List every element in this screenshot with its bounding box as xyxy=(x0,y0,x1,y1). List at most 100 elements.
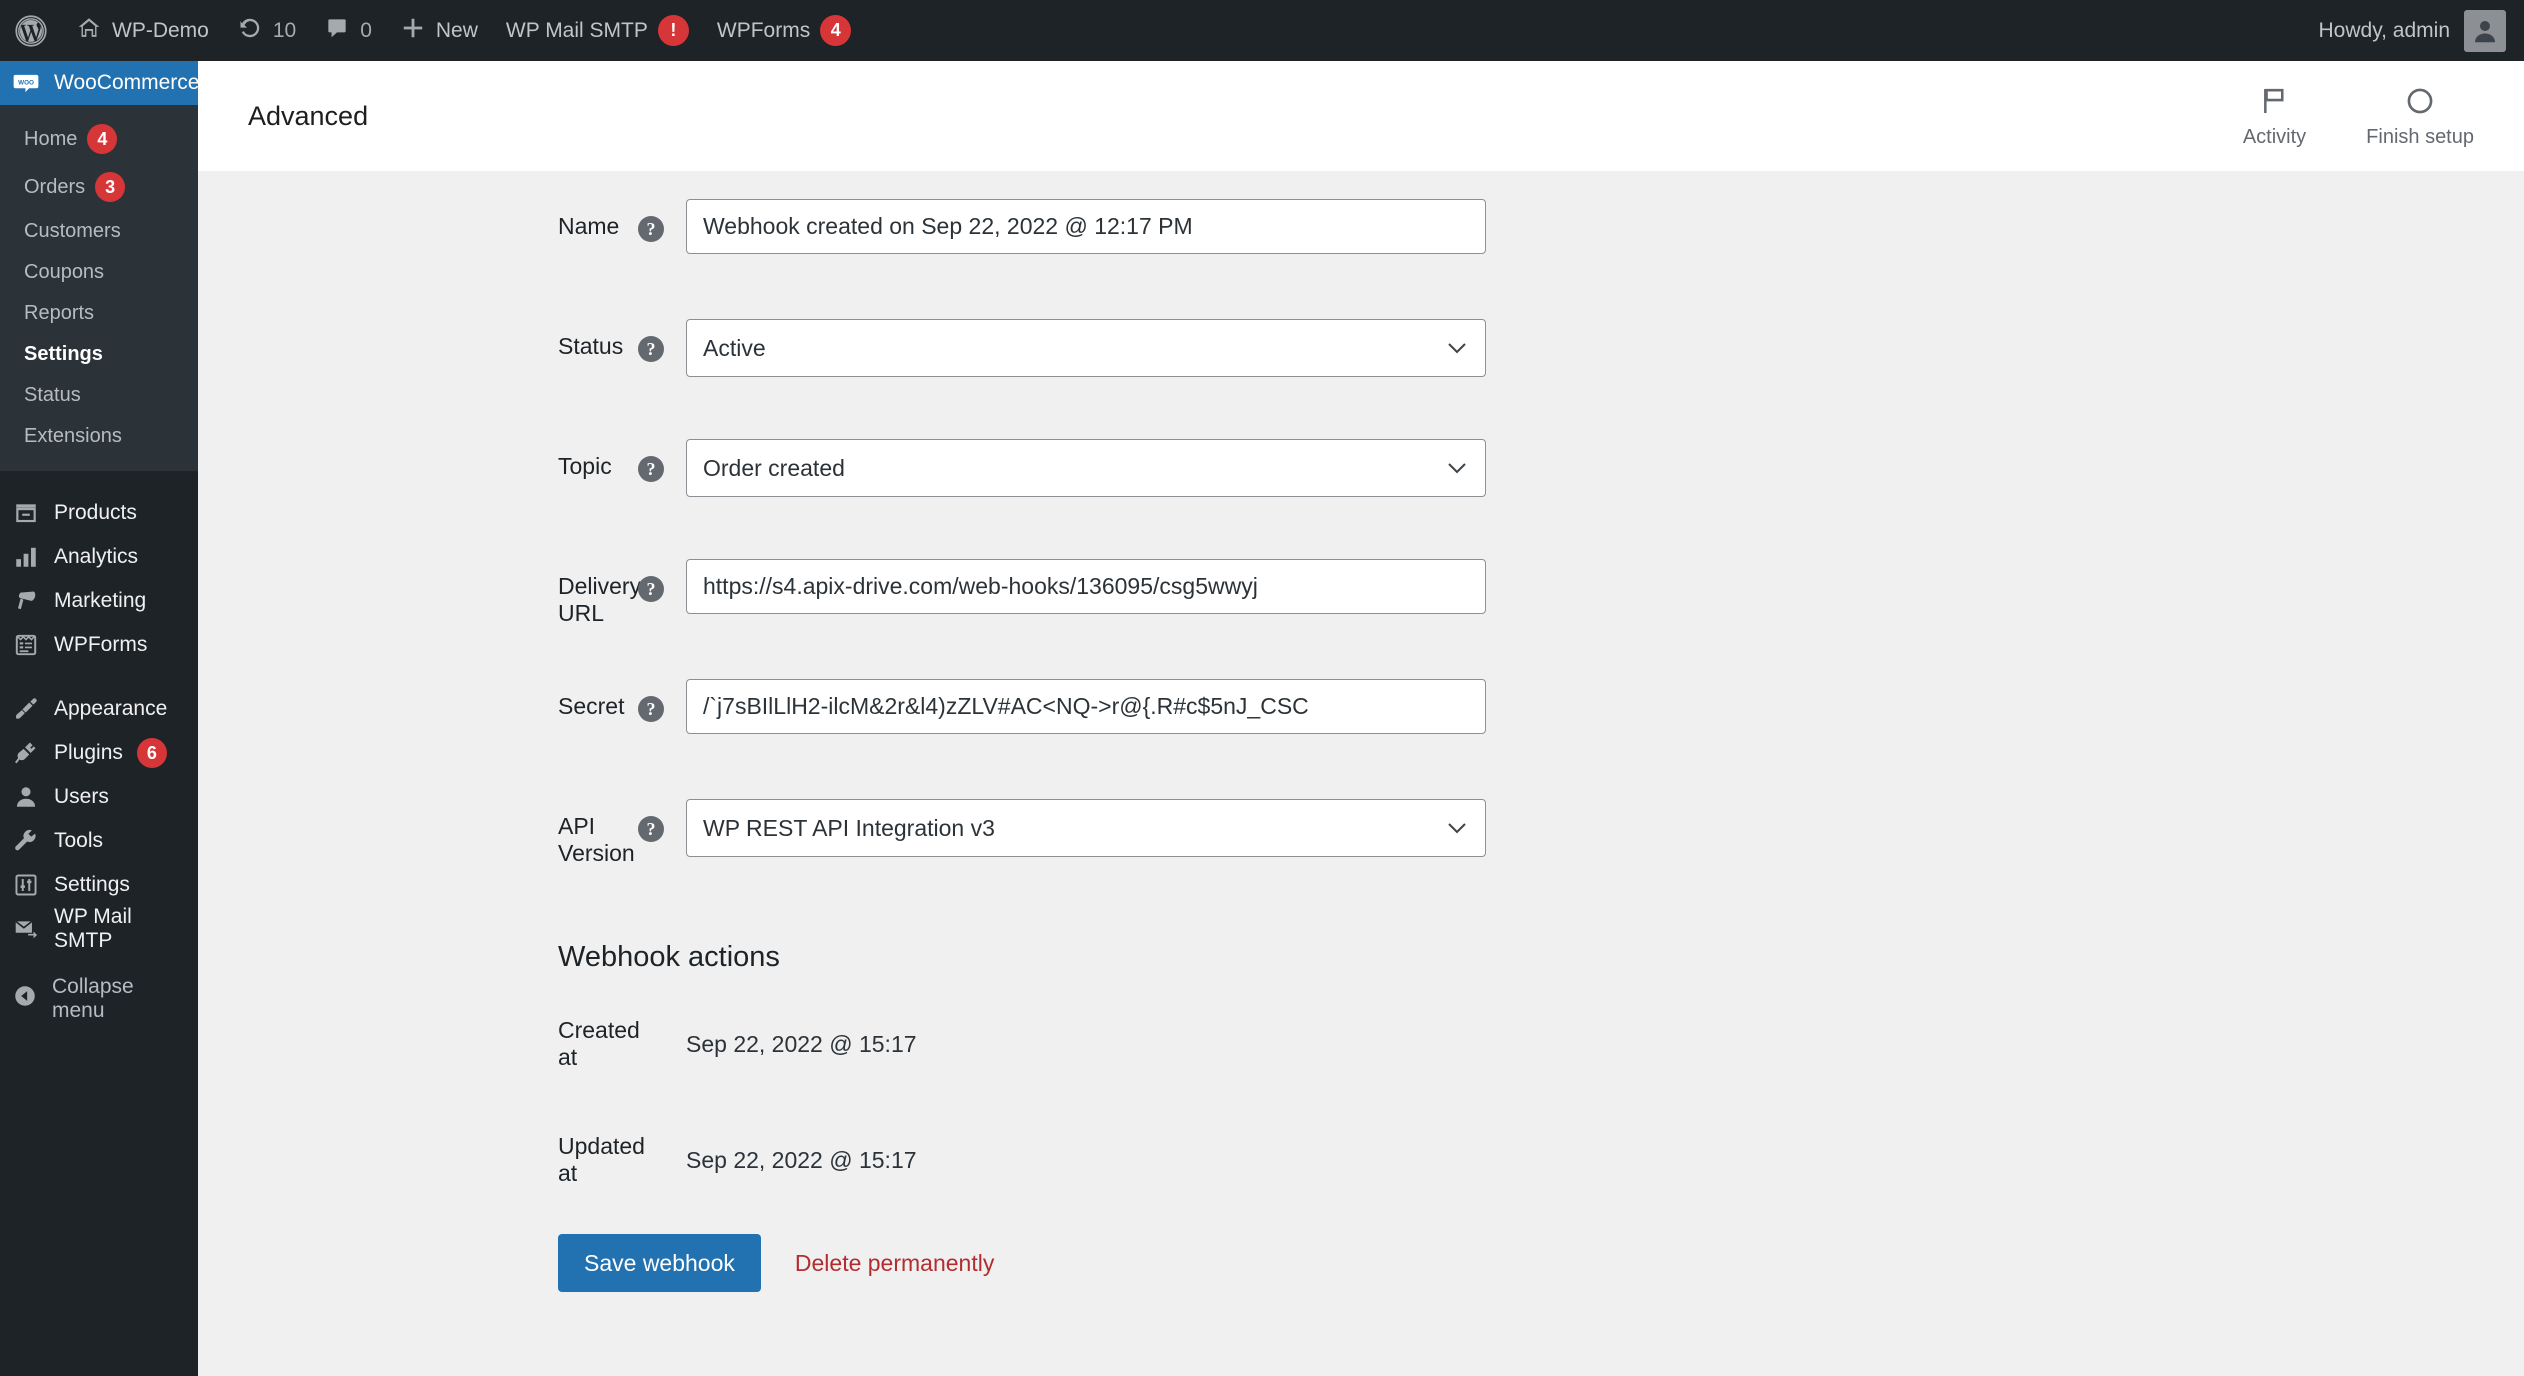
field-row-delivery-url: Delivery URL ? xyxy=(198,559,2524,679)
info-row-updated-at: Updated at Sep 22, 2022 @ 15:17 xyxy=(198,1102,2524,1218)
delivery-url-input[interactable] xyxy=(686,559,1486,614)
field-row-status: Status ? Active xyxy=(198,319,2524,439)
products-icon xyxy=(12,499,40,527)
site-name-menu[interactable]: WP-Demo xyxy=(62,0,223,61)
form-actions: Save webhook Delete permanently xyxy=(198,1218,2524,1292)
chevron-down-icon xyxy=(1448,823,1466,834)
finish-setup-button[interactable]: Finish setup xyxy=(2336,84,2504,149)
collapse-menu-button[interactable]: Collapse menu xyxy=(0,975,198,1022)
submenu-item-customers[interactable]: Customers xyxy=(0,211,198,252)
sidebar-item-appearance[interactable]: Appearance xyxy=(0,687,198,731)
submenu-item-extensions[interactable]: Extensions xyxy=(0,416,198,457)
sidebar-item-wpforms[interactable]: WPForms xyxy=(0,623,198,667)
sidebar-item-label: Plugins xyxy=(54,741,123,764)
updates-icon xyxy=(237,15,263,47)
comments-menu[interactable]: 0 xyxy=(310,0,386,61)
updates-menu[interactable]: 10 xyxy=(223,0,310,61)
submenu-item-status[interactable]: Status xyxy=(0,375,198,416)
plus-icon xyxy=(400,15,426,47)
submenu-item-label: Coupons xyxy=(24,261,105,283)
admin-bar-right: Howdy, admin xyxy=(2319,9,2524,52)
submenu-item-reports[interactable]: Reports xyxy=(0,293,198,334)
api-version-label: API Version xyxy=(558,813,635,866)
sidebar-item-label: Products xyxy=(54,501,137,524)
sidebar-item-label: Marketing xyxy=(54,589,147,612)
sidebar-item-label: WooCommerce xyxy=(54,71,200,94)
sidebar-item-woocommerce[interactable]: WOO WooCommerce xyxy=(0,61,200,105)
sidebar-item-users[interactable]: Users xyxy=(0,775,198,819)
save-webhook-button[interactable]: Save webhook xyxy=(558,1234,761,1292)
help-icon[interactable]: ? xyxy=(638,576,664,602)
menu-separator xyxy=(0,471,198,491)
sidebar-item-analytics[interactable]: Analytics xyxy=(0,535,198,579)
progress-circle-icon xyxy=(2404,84,2436,118)
delete-permanently-link[interactable]: Delete permanently xyxy=(795,1250,994,1277)
sidebar-item-settings[interactable]: Settings xyxy=(0,863,198,907)
megaphone-icon xyxy=(12,587,40,615)
sidebar-item-plugins[interactable]: Plugins 6 xyxy=(0,731,198,775)
sidebar-item-label: Appearance xyxy=(54,697,168,720)
name-field-wrap xyxy=(686,199,1486,254)
activity-button[interactable]: Activity xyxy=(2213,84,2336,149)
info-row-created-at: Created at Sep 22, 2022 @ 15:17 xyxy=(198,986,2524,1102)
help-icon[interactable]: ? xyxy=(638,696,664,722)
webhook-settings-content: Name ? Status ? Active Topic ? xyxy=(198,171,2524,1376)
plugins-badge: 6 xyxy=(136,738,167,768)
comments-count: 0 xyxy=(360,18,372,42)
mail-forward-icon xyxy=(12,915,40,943)
name-input[interactable] xyxy=(686,199,1486,254)
plugin-icon xyxy=(12,739,40,767)
wpforms-badge: 4 xyxy=(820,15,852,46)
webhook-actions-title: Webhook actions xyxy=(558,941,780,973)
secret-field-wrap xyxy=(686,679,1486,734)
help-icon[interactable]: ? xyxy=(638,456,664,482)
sidebar-item-label: WP Mail SMTP xyxy=(54,905,132,952)
updated-at-value: Sep 22, 2022 @ 15:17 xyxy=(686,1146,917,1173)
sidebar-item-tools[interactable]: Tools xyxy=(0,819,198,863)
sidebar-item-label: WPForms xyxy=(54,633,148,656)
avatar[interactable] xyxy=(2464,9,2506,52)
sidebar-item-wp-mail-smtp[interactable]: WP Mail SMTP xyxy=(0,905,198,952)
submenu-item-label: Status xyxy=(24,384,81,406)
help-icon[interactable]: ? xyxy=(638,216,664,242)
sidebar-item-label: Settings xyxy=(54,873,130,896)
home-icon xyxy=(76,15,102,47)
field-row-name: Name ? xyxy=(198,199,2524,319)
status-selected-value: Active xyxy=(703,334,766,361)
svg-text:WOO: WOO xyxy=(18,79,34,86)
sidebar-item-products[interactable]: Products xyxy=(0,491,198,535)
secret-input[interactable] xyxy=(686,679,1486,734)
collapse-arrow-icon xyxy=(12,983,38,1015)
woocommerce-icon: WOO xyxy=(12,69,40,97)
topic-label: Topic xyxy=(558,453,612,479)
field-row-topic: Topic ? Order created xyxy=(198,439,2524,559)
help-icon[interactable]: ? xyxy=(638,816,664,842)
new-label: New xyxy=(435,18,478,42)
created-at-value: Sep 22, 2022 @ 15:17 xyxy=(686,1030,917,1057)
wp-logo-button[interactable] xyxy=(0,0,62,61)
submenu-item-coupons[interactable]: Coupons xyxy=(0,252,198,293)
finish-setup-label: Finish setup xyxy=(2366,125,2474,148)
sidebar-item-marketing[interactable]: Marketing xyxy=(0,579,198,623)
howdy-label[interactable]: Howdy, admin xyxy=(2319,19,2451,43)
updated-at-label: Updated at xyxy=(558,1133,645,1186)
page-title: Advanced xyxy=(248,100,369,131)
submenu-item-home[interactable]: Home 4 xyxy=(0,115,198,163)
help-icon[interactable]: ? xyxy=(638,336,664,362)
wpforms-menu[interactable]: WPForms 4 xyxy=(703,0,865,61)
submenu-item-orders[interactable]: Orders 3 xyxy=(0,163,198,211)
submenu-item-settings[interactable]: Settings xyxy=(0,334,198,375)
delivery-url-field-wrap xyxy=(686,559,1486,614)
topic-select[interactable]: Order created xyxy=(686,439,1486,497)
admin-bar: WP-Demo 10 0 New WP Mail SMTP ! WPForms xyxy=(0,0,2524,61)
wp-mail-smtp-badge: ! xyxy=(657,15,689,46)
wp-mail-smtp-menu[interactable]: WP Mail SMTP ! xyxy=(492,0,703,61)
api-version-selected-value: WP REST API Integration v3 xyxy=(703,814,995,841)
new-content-menu[interactable]: New xyxy=(386,0,492,61)
delivery-url-label: Delivery URL xyxy=(558,573,642,626)
api-version-select[interactable]: WP REST API Integration v3 xyxy=(686,799,1486,857)
flag-icon xyxy=(2258,84,2290,118)
comment-icon xyxy=(324,15,350,47)
status-select[interactable]: Active xyxy=(686,319,1486,377)
collapse-menu-label: Collapse menu xyxy=(52,975,134,1022)
